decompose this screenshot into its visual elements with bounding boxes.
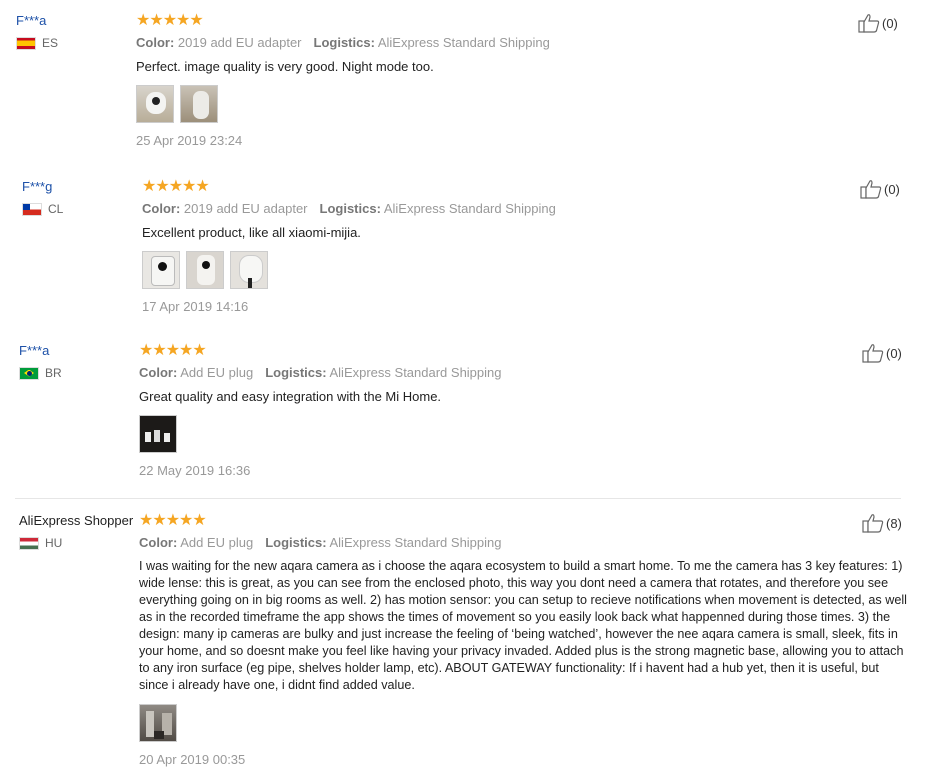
reviewer-info: AliExpress Shopper HU — [19, 513, 133, 550]
country-code: HU — [45, 536, 63, 550]
thumbs-up-icon — [862, 514, 884, 533]
reviewer-country: CL — [22, 202, 63, 216]
star-rating: ★★★★★ — [139, 512, 207, 529]
logistics-label: Logistics: — [265, 535, 327, 550]
review-photo-thumbnail[interactable] — [142, 251, 180, 289]
logistics-value: AliExpress Standard Shipping — [377, 35, 550, 50]
like-button[interactable]: (0) — [858, 13, 898, 33]
like-button[interactable]: (8) — [862, 513, 902, 533]
color-value: Add EU plug — [180, 365, 254, 380]
review-meta: Color: Add EU plug Logistics: AliExpress … — [139, 535, 907, 550]
logistics-value: AliExpress Standard Shipping — [329, 535, 502, 550]
flag-cl-icon — [22, 202, 42, 216]
review-meta: Color: 2019 add EU adapter Logistics: Ali… — [142, 201, 872, 216]
star-rating: ★★★★★ — [139, 342, 207, 359]
star-rating: ★★★★★ — [136, 12, 204, 29]
review-photo-thumbnail[interactable] — [180, 85, 218, 123]
review-photos — [142, 251, 872, 289]
flag-es-icon — [16, 36, 36, 50]
review-content: ★★★★★ Color: Add EU plug Logistics: AliEx… — [139, 513, 907, 767]
thumbs-up-icon — [860, 180, 882, 199]
color-value: 2019 add EU adapter — [177, 35, 302, 50]
flag-hu-icon — [19, 536, 39, 550]
flag-br-icon — [19, 366, 39, 380]
review-date: 20 Apr 2019 00:35 — [139, 752, 246, 767]
like-count: (0) — [886, 345, 902, 361]
review-date: 17 Apr 2019 14:16 — [142, 299, 249, 314]
color-value: Add EU plug — [180, 535, 254, 550]
like-count: (0) — [884, 181, 900, 197]
review-photo-thumbnail[interactable] — [139, 415, 177, 453]
reviewer-info: F***a ES — [16, 13, 58, 50]
reviewer-country: ES — [16, 36, 58, 50]
logistics-label: Logistics: — [313, 35, 375, 50]
color-label: Color: — [142, 201, 181, 216]
color-label: Color: — [139, 535, 178, 550]
reviewer-name: F***a — [16, 13, 47, 28]
review-photos — [139, 415, 869, 453]
reviewer-country: BR — [19, 366, 62, 380]
country-code: ES — [42, 36, 59, 50]
review-photo-thumbnail[interactable] — [230, 251, 268, 289]
review-photo-thumbnail[interactable] — [139, 704, 177, 742]
review-content: ★★★★★ Color: 2019 add EU adapter Logistic… — [136, 13, 876, 148]
like-button[interactable]: (0) — [862, 343, 902, 363]
review-content: ★★★★★ Color: Add EU plug Logistics: AliEx… — [139, 343, 869, 478]
review-photos — [136, 85, 876, 123]
reviewer-country: HU — [19, 536, 133, 550]
logistics-label: Logistics: — [265, 365, 327, 380]
review-date: 22 May 2019 16:36 — [139, 463, 251, 478]
color-label: Color: — [139, 365, 178, 380]
country-code: BR — [45, 366, 62, 380]
review-photo-thumbnail[interactable] — [186, 251, 224, 289]
color-label: Color: — [136, 35, 175, 50]
review-text: Perfect. image quality is very good. Nig… — [136, 59, 434, 74]
reviewer-name: F***g — [22, 179, 53, 194]
thumbs-up-icon — [858, 14, 880, 33]
review-divider — [15, 498, 901, 499]
logistics-value: AliExpress Standard Shipping — [329, 365, 502, 380]
color-value: 2019 add EU adapter — [183, 201, 308, 216]
reviewer-info: F***a BR — [19, 343, 62, 380]
review-content: ★★★★★ Color: 2019 add EU adapter Logistic… — [142, 179, 872, 314]
review-text: Great quality and easy integration with … — [139, 389, 442, 404]
review-photos — [139, 704, 907, 742]
review-text: I was waiting for the new aqara camera a… — [139, 559, 907, 692]
like-count: (8) — [886, 515, 902, 531]
review-date: 25 Apr 2019 23:24 — [136, 133, 243, 148]
like-count: (0) — [882, 15, 898, 31]
reviewer-name: F***a — [19, 343, 50, 358]
review-meta: Color: 2019 add EU adapter Logistics: Ali… — [136, 35, 876, 50]
reviewer-name: AliExpress Shopper — [19, 513, 134, 528]
logistics-value: AliExpress Standard Shipping — [383, 201, 556, 216]
star-rating: ★★★★★ — [142, 178, 210, 195]
logistics-label: Logistics: — [319, 201, 381, 216]
like-button[interactable]: (0) — [860, 179, 900, 199]
review-text: Excellent product, like all xiaomi-mijia… — [142, 225, 361, 240]
thumbs-up-icon — [862, 344, 884, 363]
country-code: CL — [48, 202, 64, 216]
review-meta: Color: Add EU plug Logistics: AliExpress … — [139, 365, 869, 380]
review-photo-thumbnail[interactable] — [136, 85, 174, 123]
reviewer-info: F***g CL — [22, 179, 63, 216]
